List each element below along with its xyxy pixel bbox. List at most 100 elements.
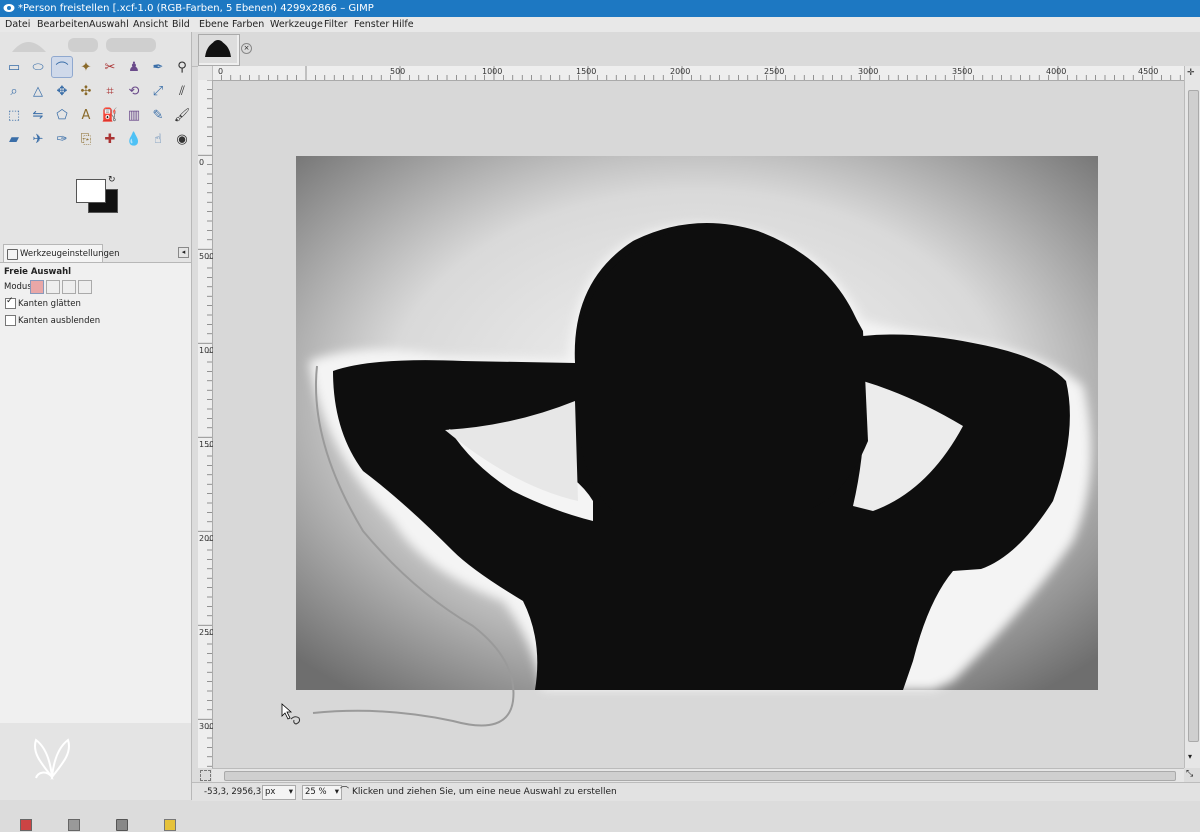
fg-bg-color-swatch[interactable]: ↻: [74, 175, 120, 213]
airbrush-icon[interactable]: ✈: [28, 129, 48, 149]
menu-bearbeiten[interactable]: Bearbeiten: [37, 18, 89, 31]
menu-datei[interactable]: Datei: [5, 18, 30, 31]
ruler-h-label: 1500: [576, 67, 597, 76]
pointer-coordinates: -53,3, 2956,3: [204, 787, 262, 797]
chevron-down-icon: ▾: [334, 787, 339, 797]
paintbrush-icon[interactable]: 🖌: [172, 105, 192, 125]
rect-select-icon[interactable]: ▭: [4, 57, 24, 77]
close-tab-icon[interactable]: ×: [241, 43, 252, 54]
menu-ebene[interactable]: Ebene: [199, 18, 229, 31]
ellipse-select-icon[interactable]: ⬭: [28, 57, 48, 77]
antialias-checkbox[interactable]: ✓: [5, 296, 16, 309]
align-icon[interactable]: ✣: [76, 81, 96, 101]
eraser-icon[interactable]: ▰: [4, 129, 24, 149]
image-canvas-area[interactable]: [213, 81, 1184, 768]
cage-transform-icon[interactable]: ⬠: [52, 105, 72, 125]
free-select-status-icon: ⌒: [340, 787, 350, 797]
reset-options-icon[interactable]: [164, 819, 176, 831]
menu-filter[interactable]: Filter: [324, 18, 348, 31]
unit-value: px: [265, 787, 276, 797]
fuzzy-select-icon[interactable]: ✦: [76, 57, 96, 77]
horizontal-scrollbar[interactable]: ⤡: [200, 768, 1193, 783]
toolbox-bottom-bar: [0, 815, 191, 832]
gimp-app-icon: [3, 4, 15, 12]
mode-subtract-button[interactable]: [62, 280, 76, 294]
flip-icon[interactable]: ⇋: [28, 105, 48, 125]
menu-bar: Datei Bearbeiten Auswahl Ansicht Bild Eb…: [0, 17, 1200, 33]
crop-icon[interactable]: ⌗: [100, 81, 120, 101]
watermark-butterfly-icon: [34, 738, 70, 781]
vertical-scrollbar[interactable]: ✛ ▾: [1184, 66, 1200, 768]
toolbox-drop-area[interactable]: [6, 34, 156, 54]
menu-ansicht[interactable]: Ansicht: [133, 18, 168, 31]
zoom-select[interactable]: 25 % ▾: [302, 785, 342, 800]
clone-icon[interactable]: ⎘: [76, 129, 96, 149]
foreground-color-swatch[interactable]: [76, 179, 106, 203]
text-icon[interactable]: A: [76, 105, 96, 125]
mode-intersect-button[interactable]: [78, 280, 92, 294]
mode-add-button[interactable]: [46, 280, 60, 294]
dodge-burn-icon[interactable]: ◉: [172, 129, 192, 149]
horizontal-scroll-thumb[interactable]: [224, 771, 1176, 781]
feather-checkbox[interactable]: [5, 315, 16, 326]
scissors-select-icon[interactable]: ✂: [100, 57, 120, 77]
panel-menu-icon[interactable]: ◂: [178, 247, 189, 258]
rotate-icon[interactable]: ⟲: [124, 81, 144, 101]
restore-options-icon[interactable]: [68, 819, 80, 831]
menu-auswahl[interactable]: Auswahl: [89, 18, 129, 31]
window-titlebar: *Person freistellen [.xcf-1.0 (RGB-Farbe…: [0, 0, 1200, 17]
swap-colors-icon[interactable]: ↻: [108, 175, 116, 185]
ruler-corner[interactable]: [198, 66, 213, 81]
canvas-svg[interactable]: [213, 81, 1184, 768]
bucket-fill-icon[interactable]: ⛽: [100, 105, 120, 125]
menu-farben[interactable]: Farben: [232, 18, 264, 31]
menu-fenster[interactable]: Fenster: [354, 18, 389, 31]
tool-options-tab[interactable]: Werkzeugeinstellungen: [3, 244, 120, 263]
tool-options-panel: Freie Auswahl Modus: ✓ Kanten glätten Ka…: [0, 262, 191, 723]
menu-werkzeuge[interactable]: Werkzeuge: [270, 18, 323, 31]
image-tab-thumbnail[interactable]: [198, 34, 240, 66]
ruler-h-label: 3000: [858, 67, 879, 76]
status-message: Klicken und ziehen Sie, um eine neue Aus…: [352, 787, 617, 797]
mouse-cursor-icon: [281, 703, 301, 725]
zoom-fit-icon[interactable]: ⤡: [1186, 769, 1193, 779]
ruler-h-label: 0: [218, 67, 224, 76]
blur-icon[interactable]: 💧: [124, 129, 144, 149]
move-icon[interactable]: ✥: [52, 81, 72, 101]
mode-replace-button[interactable]: [30, 280, 44, 294]
heal-icon[interactable]: ✚: [100, 129, 120, 149]
horizontal-ruler[interactable]: 0 500 1000 1500 2000 2500 3000 3500 4000…: [212, 66, 1184, 81]
scale-icon[interactable]: ⤢: [148, 81, 168, 101]
save-options-icon[interactable]: [20, 819, 32, 831]
perspective-icon[interactable]: ⬚: [4, 105, 24, 125]
zoom-value: 25 %: [305, 787, 327, 797]
delete-options-icon[interactable]: [116, 819, 128, 831]
ruler-h-label: 4000: [1046, 67, 1067, 76]
image-tab-bar: [192, 32, 1200, 67]
free-select-icon[interactable]: ⌒: [51, 56, 73, 78]
measure-icon[interactable]: △: [28, 81, 48, 101]
toolbox-panel: ▭ ⬭ ⌒ ✦ ✂ ♟ ✒ ⚲ ⌕ △ ✥ ✣ ⌗ ⟲ ⤢ ⫽ ⬚ ⇋ ⬠ A ⛽ ▥ ✎ 🖌 ▰ ✈ ✑ ⎘ ✚ 💧 ☝ ◉ ↻ Werkz…: [0, 32, 192, 831]
shear-icon[interactable]: ⫽: [172, 81, 192, 101]
tool-options-tab-label: Werkzeugeinstellungen: [20, 249, 120, 259]
chevron-down-icon: ▾: [288, 787, 293, 797]
quick-mask-icon[interactable]: [200, 770, 211, 781]
blend-icon[interactable]: ▥: [124, 105, 144, 125]
unit-select[interactable]: px ▾: [262, 785, 296, 800]
photo-image[interactable]: [296, 156, 1098, 690]
pencil-icon[interactable]: ✎: [148, 105, 168, 125]
menu-hilfe[interactable]: Hilfe: [392, 18, 414, 31]
zoom-icon[interactable]: ⌕: [4, 81, 24, 101]
smudge-icon[interactable]: ☝: [148, 129, 168, 149]
ruler-h-label: 4500: [1138, 67, 1159, 76]
menu-bild[interactable]: Bild: [172, 18, 190, 31]
foreground-select-icon[interactable]: ♟: [124, 57, 144, 77]
vertical-scroll-thumb[interactable]: [1188, 90, 1199, 742]
vertical-ruler[interactable]: 0 500 1000 1500 2000 2500 3000: [198, 80, 219, 768]
ink-icon[interactable]: ✑: [52, 129, 72, 149]
navigate-icon[interactable]: ✛: [1187, 68, 1195, 78]
paths-icon[interactable]: ✒: [148, 57, 168, 77]
color-picker-icon[interactable]: ⚲: [172, 57, 192, 77]
window-title: *Person freistellen [.xcf-1.0 (RGB-Farbe…: [18, 3, 374, 14]
scroll-down-icon[interactable]: ▾: [1188, 752, 1192, 761]
